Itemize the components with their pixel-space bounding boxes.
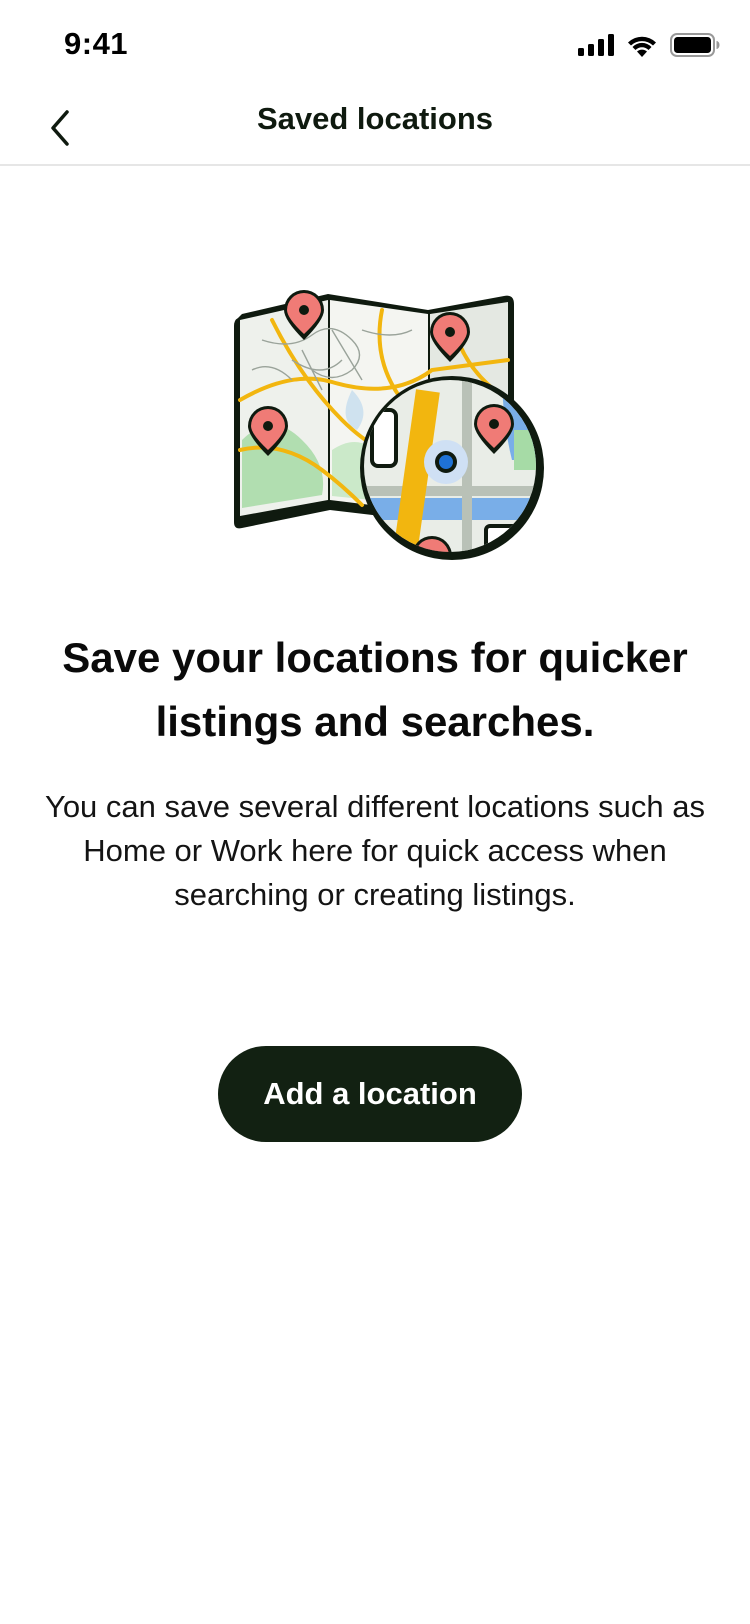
battery-icon [670, 33, 720, 57]
status-time: 9:41 [64, 26, 129, 61]
navigation-bar: Saved locations [0, 90, 750, 166]
wifi-icon [628, 36, 656, 57]
status-icons [578, 33, 720, 57]
page-title: Saved locations [256, 101, 494, 136]
headline: Save your locations for quicker listings… [62, 634, 688, 745]
description-text: You can save several different locations… [44, 789, 706, 912]
cellular-signal-icon [578, 34, 614, 56]
map-with-location-pins-illustration [232, 290, 562, 586]
status-bar: 9:41 [0, 0, 750, 90]
add-location-button[interactable]: Add a location [218, 1046, 522, 1142]
